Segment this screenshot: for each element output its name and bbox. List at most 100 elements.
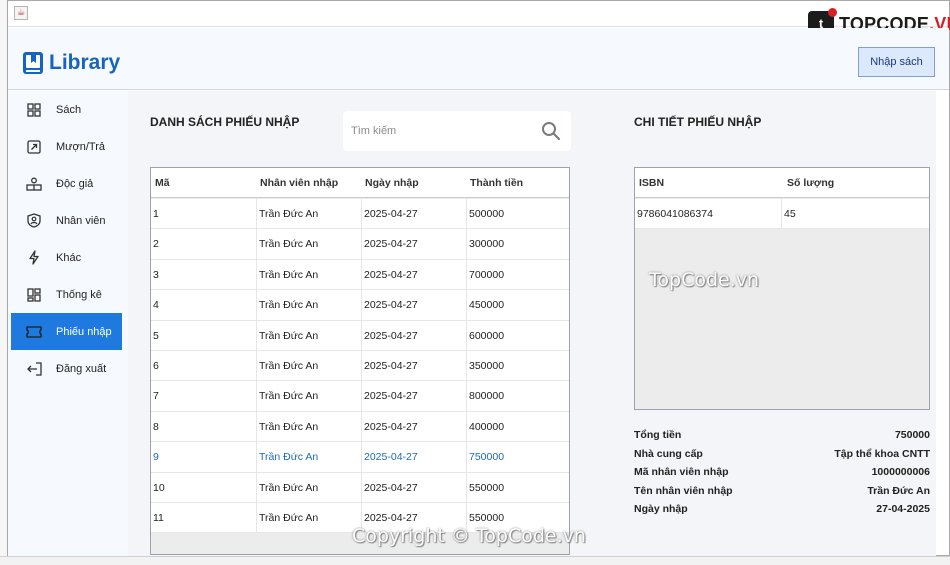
summary-row-total: Tổng tiền 750000 (634, 429, 930, 448)
summary-label: Tổng tiền (634, 429, 682, 441)
watermark-center-text: TopCode.vn (649, 269, 760, 291)
sidebar-item-statistics[interactable]: Thống kê (11, 276, 122, 313)
sidebar-item-staff[interactable]: Nhân viên (11, 202, 122, 239)
sidebar-item-logout[interactable]: Đăng xuất (11, 350, 122, 387)
summary-value: Tập thể khoa CNTT (834, 447, 930, 460)
badge-icon (25, 212, 43, 230)
summary-row-staff-id: Mã nhân viên nhập 1000000006 (634, 466, 930, 485)
sidebar-item-label: Thống kê (56, 288, 102, 301)
table-cell: 11 (153, 512, 164, 524)
sidebar-item-label: Nhân viên (56, 214, 106, 227)
column-header-date[interactable]: Ngày nhập (361, 168, 419, 198)
table-cell: 600000 (466, 320, 569, 351)
table-cell: 2025-04-27 (361, 320, 466, 351)
table-cell: 2025-04-27 (361, 472, 466, 503)
search-icon[interactable] (541, 121, 561, 141)
search-box (343, 111, 571, 151)
table-row[interactable]: 2 Trần Đức An 2025-04-27 300000 (151, 229, 569, 260)
receipt-list-title: DANH SÁCH PHIẾU NHẬP (150, 115, 300, 129)
table-cell: 2025-04-27 (361, 381, 466, 412)
summary-value: 750000 (894, 429, 930, 441)
table-row[interactable]: 9 Trần Đức An 2025-04-27 750000 (151, 442, 569, 473)
table-cell: 2025-04-27 (361, 351, 466, 381)
receipt-summary: Tổng tiền 750000 Nhà cung cấp Tập thể kh… (634, 429, 930, 522)
table-row[interactable]: 9786041086374 45 (635, 199, 929, 230)
table-cell: 550000 (466, 472, 569, 503)
column-header-staff[interactable]: Nhân viên nhập (256, 168, 338, 198)
ticket-icon (25, 323, 43, 341)
logout-icon (25, 360, 43, 378)
table-cell: 9786041086374 (637, 208, 713, 220)
table-cell: 700000 (466, 259, 569, 290)
summary-row-supplier: Nhà cung cấp Tập thể khoa CNTT (634, 448, 930, 467)
table-cell: Trần Đức An (256, 199, 361, 229)
table-row[interactable]: 6 Trần Đức An 2025-04-27 350000 (151, 351, 569, 382)
table-cell: Trần Đức An (256, 442, 361, 473)
app-header: Library Nhập sách (8, 28, 949, 90)
table-cell: Trần Đức An (256, 229, 361, 260)
detail-table-header: ISBN Số lượng (635, 168, 929, 198)
table-cell: 9 (153, 451, 159, 464)
app-window: ☕ t TOPCODE.VN Library Nhập sách Sách (7, 0, 950, 557)
users-icon (25, 175, 43, 193)
arrow-box-icon (25, 138, 43, 156)
table-row[interactable]: 7 Trần Đức An 2025-04-27 800000 (151, 381, 569, 412)
sidebar-item-other[interactable]: Khác (11, 239, 122, 276)
table-cell: 8 (153, 420, 159, 433)
sidebar-item-readers[interactable]: Độc giả (11, 165, 122, 202)
sidebar-item-label: Mượn/Trả (56, 140, 106, 153)
column-header-isbn[interactable]: ISBN (635, 168, 664, 198)
table-cell: 2 (153, 238, 159, 251)
receipt-detail-title: CHI TIẾT PHIẾU NHẬP (634, 115, 762, 129)
table-row[interactable]: 3 Trần Đức An 2025-04-27 700000 (151, 259, 569, 291)
sidebar-item-import-receipts[interactable]: Phiếu nhập (11, 313, 122, 350)
grid-icon (25, 101, 43, 119)
table-cell: Trần Đức An (256, 290, 361, 321)
app-logo: Library (22, 51, 120, 75)
table-cell: 500000 (466, 199, 569, 229)
table-cell: 6 (153, 360, 159, 372)
table-cell: 800000 (466, 381, 569, 412)
table-cell: 2025-04-27 (361, 442, 466, 473)
table-row[interactable]: 4 Trần Đức An 2025-04-27 450000 (151, 290, 569, 321)
table-row[interactable]: 8 Trần Đức An 2025-04-27 400000 (151, 411, 569, 443)
table-cell: 2025-04-27 (361, 411, 466, 442)
receipt-table: Mã Nhân viên nhập Ngày nhập Thành tiền 1… (150, 167, 570, 555)
summary-row-date: Ngày nhập 27-04-2025 (634, 503, 930, 522)
sidebar: Sách Mượn/Trả Độc giả Nhân viên Khác Thố… (8, 91, 128, 557)
background-taskbar-strip (0, 556, 950, 565)
sidebar-item-books[interactable]: Sách (11, 91, 122, 128)
summary-value: 27-04-2025 (876, 503, 930, 515)
table-cell: 450000 (466, 290, 569, 321)
dashboard-icon (25, 286, 43, 304)
summary-label: Nhà cung cấp (634, 447, 703, 460)
table-row[interactable]: 10 Trần Đức An 2025-04-27 550000 (151, 472, 569, 503)
column-header-quantity[interactable]: Số lượng (783, 168, 834, 198)
table-cell: Trần Đức An (256, 320, 361, 351)
table-row[interactable]: 5 Trần Đức An 2025-04-27 600000 (151, 320, 569, 351)
column-header-amount[interactable]: Thành tiền (466, 168, 523, 198)
book-icon (23, 52, 43, 74)
sidebar-item-label: Sách (56, 103, 82, 116)
search-input[interactable] (351, 121, 531, 141)
summary-label: Tên nhân viên nhập (634, 484, 733, 497)
summary-value: 1000000006 (871, 466, 930, 478)
table-row[interactable]: 1 Trần Đức An 2025-04-27 500000 (151, 199, 569, 230)
summary-row-staff-name: Tên nhân viên nhập Trần Đức An (634, 485, 930, 504)
column-header-id[interactable]: Mã (151, 168, 170, 198)
table-cell: 2025-04-27 (361, 290, 466, 321)
table-cell: 300000 (466, 229, 569, 260)
summary-value: Trần Đức An (867, 484, 930, 497)
sidebar-item-label: Đăng xuất (56, 362, 107, 375)
table-cell: Trần Đức An (256, 503, 361, 533)
sidebar-item-borrow-return[interactable]: Mượn/Trả (11, 128, 122, 165)
import-book-button[interactable]: Nhập sách (858, 47, 935, 77)
table-cell: 7 (153, 390, 159, 403)
table-cell: 750000 (466, 442, 569, 473)
table-cell: 45 (781, 199, 929, 229)
sidebar-item-label: Khác (56, 251, 82, 264)
java-app-icon: ☕ (14, 6, 28, 20)
table-cell: 3 (153, 268, 159, 281)
table-cell: Trần Đức An (256, 472, 361, 503)
summary-label: Mã nhân viên nhập (634, 466, 729, 478)
